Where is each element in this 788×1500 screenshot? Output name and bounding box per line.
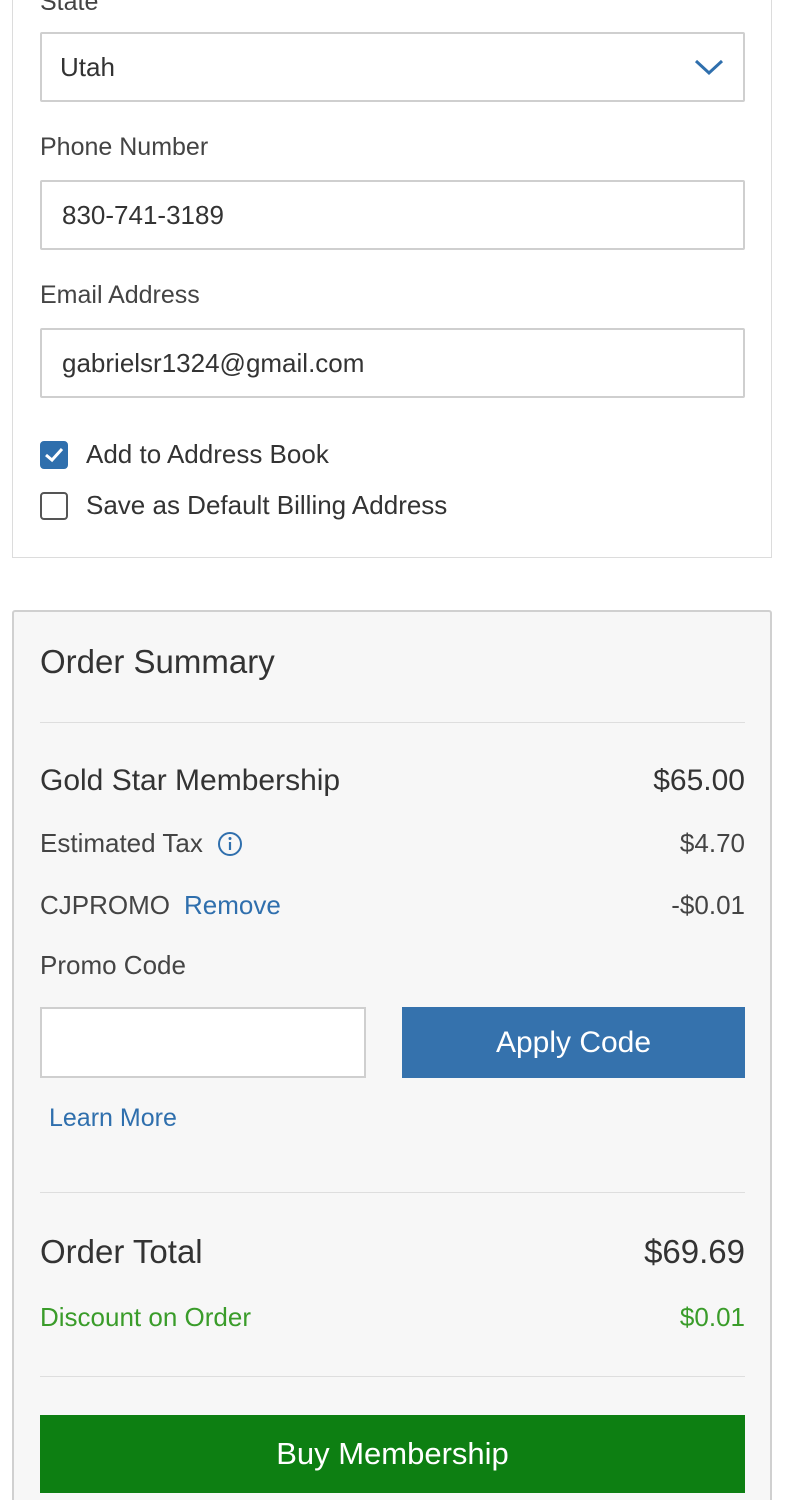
add-to-address-book-checkbox[interactable]: Add to Address Book [40,439,329,470]
membership-name: Gold Star Membership [40,764,341,797]
membership-price: $65.00 [653,764,745,797]
email-label: Email Address [40,281,200,309]
order-total-row: Order Total $69.69 [40,1233,745,1271]
membership-row: Gold Star Membership $65.00 [40,764,745,798]
buy-membership-button[interactable]: Buy Membership [40,1415,745,1493]
state-select[interactable]: Utah [40,32,745,102]
checkbox-checked[interactable] [40,440,68,469]
phone-field[interactable] [40,180,745,250]
tax-row: Estimated Tax $4.70 [40,828,745,859]
remove-promo-link[interactable]: Remove [184,890,281,921]
learn-more-link[interactable]: Learn More [49,1104,177,1133]
order-total-label: Order Total [40,1233,203,1270]
email-field[interactable] [40,328,745,398]
order-total-value: $69.69 [644,1233,745,1270]
state-label: State [40,0,99,16]
apply-code-button[interactable]: Apply Code [402,1007,745,1078]
divider [40,1192,745,1193]
promo-code-label: Promo Code [40,950,186,980]
checkbox-unchecked[interactable] [40,491,68,520]
promo-code-input[interactable] [40,1007,366,1078]
checkout-page: State Utah Phone Number Email Address Ad… [0,0,788,1500]
divider [40,1376,745,1377]
tax-value: $4.70 [679,828,745,858]
chevron-down-icon [694,59,724,76]
divider [40,722,745,723]
checkmark-icon [45,447,64,462]
promo-discount-value: -$0.01 [671,890,745,920]
add-to-address-book-label: Add to Address Book [86,439,329,469]
save-default-billing-label: Save as Default Billing Address [86,490,448,520]
discount-value: $0.01 [679,1302,745,1332]
tax-label: Estimated Tax [40,828,203,858]
state-select-value: Utah [60,51,115,82]
save-default-billing-checkbox[interactable]: Save as Default Billing Address [40,490,447,521]
discount-row: Discount on Order $0.01 [40,1302,745,1333]
promo-applied-row: CJPROMO Remove -$0.01 [40,890,745,921]
order-summary-title: Order Summary [40,643,275,680]
discount-label: Discount on Order [40,1302,251,1332]
phone-label: Phone Number [40,133,209,161]
info-icon[interactable] [217,831,243,857]
promo-applied-code: CJPROMO [40,890,170,920]
